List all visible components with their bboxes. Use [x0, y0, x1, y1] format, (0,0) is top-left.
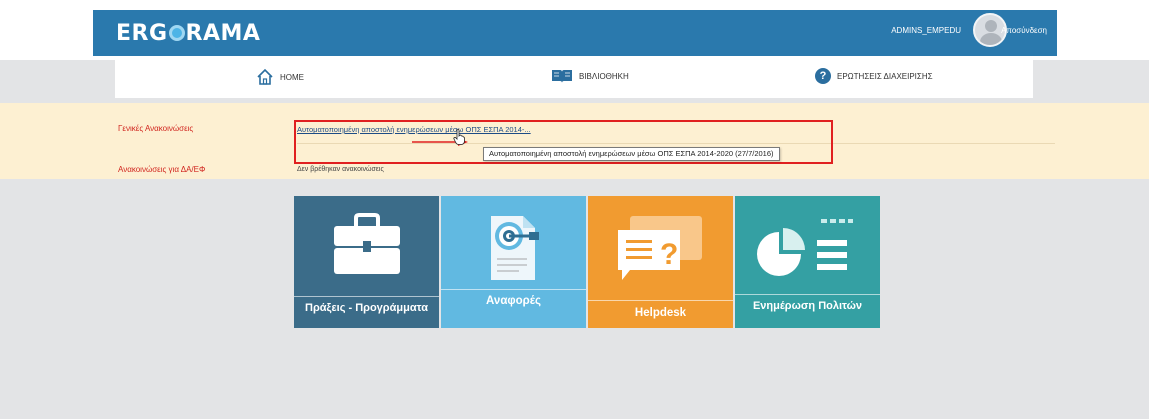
nav-home[interactable]: HOME	[256, 68, 304, 86]
tile-divider	[588, 300, 733, 301]
briefcase-icon	[334, 213, 400, 274]
book-icon	[552, 70, 572, 83]
tile-citizens[interactable]: Ενημέρωση Πολιτών	[735, 196, 880, 328]
logo-circle-icon	[168, 25, 185, 41]
logo-text-right: RAMA	[185, 21, 261, 46]
tile-divider	[441, 289, 586, 290]
top-header: ERG RAMA ADMINS_EMPEDU Αποσύνδεση	[0, 0, 1149, 60]
username[interactable]: ADMINS_EMPEDU	[891, 26, 961, 35]
target-document-icon	[491, 216, 539, 280]
tile-projects[interactable]: Πράξεις - Προγράμματα	[294, 196, 439, 328]
tile-divider	[294, 296, 439, 297]
nav-library[interactable]: ΒΙΒΛΙΟΘΗΚΗ	[551, 68, 629, 84]
nav-library-label: ΒΙΒΛΙΟΘΗΚΗ	[579, 71, 629, 81]
chat-question-icon: ?	[618, 216, 702, 280]
tile-projects-label: Πράξεις - Προγράμματα	[305, 302, 428, 314]
home-icon	[257, 68, 273, 85]
nav-faq[interactable]: ? ΕΡΩΤΗΣΕΙΣ ΔΙΑΧΕΙΡΙΣΗΣ	[815, 68, 933, 84]
tile-reports[interactable]: Αναφορές	[441, 196, 586, 328]
tile-divider	[735, 294, 880, 295]
pie-chart-icon	[757, 219, 853, 276]
agency-announcements-label: Ανακοινώσεις για ΔΑ/ΕΦ	[118, 165, 206, 174]
hand-cursor-icon	[453, 129, 465, 145]
tile-citizens-label: Ενημέρωση Πολιτών	[752, 300, 863, 312]
tile-reports-label: Αναφορές	[486, 295, 541, 307]
nav-home-label: HOME	[280, 72, 304, 82]
question-icon: ?	[815, 68, 831, 84]
header-bar: ERG RAMA ADMINS_EMPEDU Αποσύνδεση	[93, 10, 1057, 56]
no-announcements-text: Δεν βρέθηκαν ανακοινώσεις	[297, 166, 384, 173]
general-announcements-label: Γενικές Ανακοινώσεις	[118, 124, 194, 133]
logo-text-left: ERG	[116, 21, 168, 46]
logout-link[interactable]: Αποσύνδεση	[1001, 26, 1047, 35]
ergorama-logo[interactable]: ERG RAMA	[116, 21, 260, 46]
link-tooltip: Αυτοματοποιημένη αποστολή ενημερώσεων μέ…	[483, 147, 780, 161]
main-nav: HOME ΒΙΒΛΙΟΘΗΚΗ ? ΕΡΩΤΗΣΕΙΣ ΔΙΑΧΕΙΡΙΣΗΣ	[115, 56, 1033, 98]
announcements-panel: Γενικές Ανακοινώσεις Αυτοματοποιημένη απ…	[0, 103, 1149, 179]
tile-helpdesk[interactable]: ? Helpdesk	[588, 196, 733, 328]
tile-helpdesk-label: Helpdesk	[634, 307, 687, 319]
svg-text:?: ?	[660, 238, 678, 271]
nav-faq-label: ΕΡΩΤΗΣΕΙΣ ΔΙΑΧΕΙΡΙΣΗΣ	[837, 71, 933, 81]
